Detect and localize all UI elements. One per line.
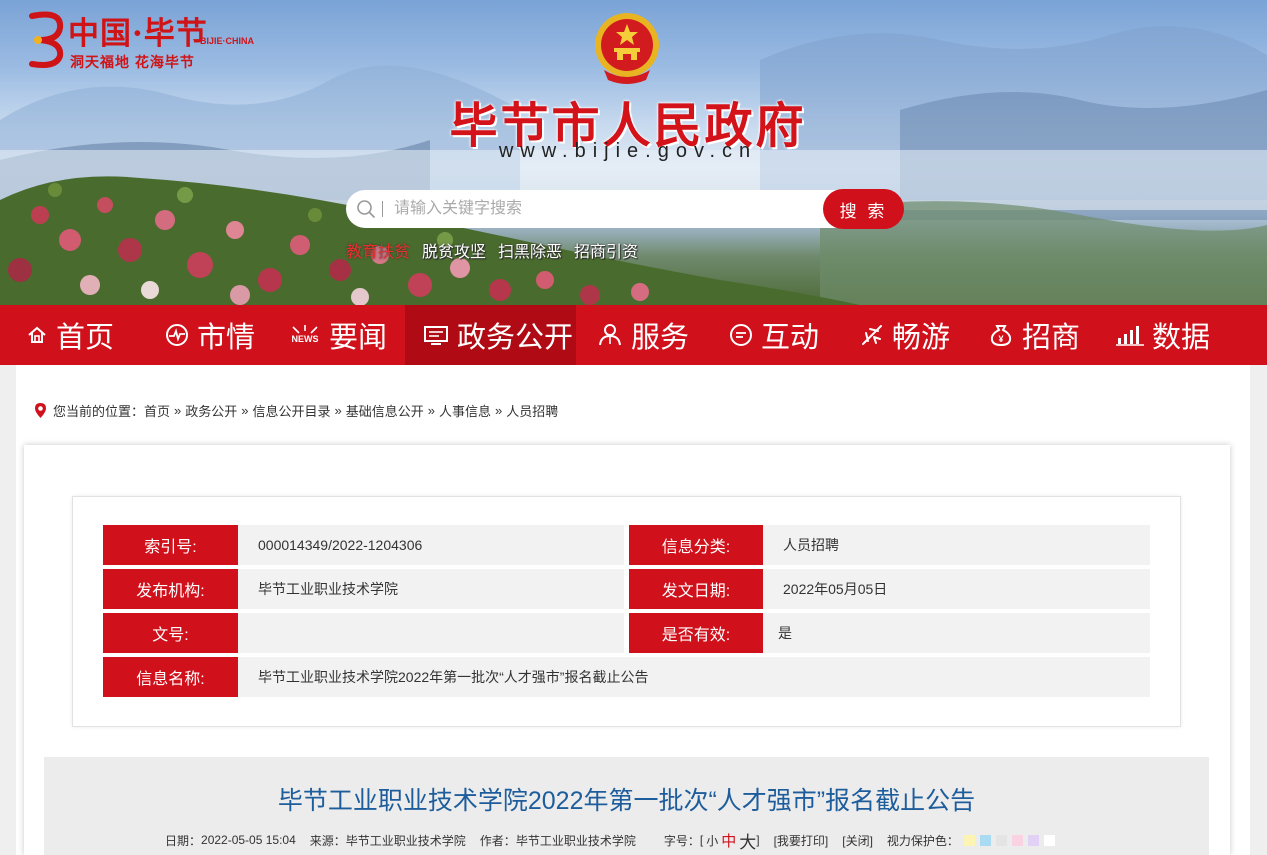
- hot-link-crime[interactable]: 扫黑除恶: [498, 238, 562, 262]
- hot-link-investment[interactable]: 招商引资: [574, 238, 638, 262]
- docno-value: [238, 613, 624, 653]
- eye-protect-label: 视力保护色：: [886, 833, 959, 848]
- close-button[interactable]: [关闭]: [842, 832, 873, 849]
- meta-author-label: 作者：: [479, 833, 516, 848]
- nav-item-news[interactable]: NEWS 要闻: [289, 305, 388, 365]
- main-nav: 首页 市情 NEWS 要闻 政务公开 服务 互动 畅游 ¥ 招商 数据: [0, 305, 1267, 365]
- date-value: 2022年05月05日: [763, 569, 1150, 609]
- publisher-label: 发布机构:: [103, 569, 238, 609]
- name-value: 毕节工业职业技术学院2022年第一批次“人才强市”报名截止公告: [238, 657, 1150, 697]
- nav-label-service: 服务: [631, 322, 690, 354]
- logo-slogan: 洞天福地 花海毕节: [70, 54, 195, 70]
- date-label: 发文日期:: [629, 569, 763, 609]
- breadcrumb-personnel[interactable]: 人事信息: [439, 401, 491, 420]
- hot-link-poverty[interactable]: 脱贫攻坚: [422, 238, 486, 262]
- font-bracket-open: [: [699, 833, 704, 847]
- meta-font-label: 字号：: [663, 833, 700, 848]
- nav-label-gov-affairs: 政务公开: [457, 322, 574, 354]
- hot-link-education[interactable]: 教育扶贫: [346, 238, 410, 262]
- eye-color-swatch-white[interactable]: [1043, 834, 1055, 846]
- nav-label-home: 首页: [56, 322, 115, 354]
- logo-english: BIJIE·CHINA: [200, 36, 255, 46]
- eye-color-swatch-yellow[interactable]: [963, 834, 975, 846]
- nav-label-data: 数据: [1152, 322, 1211, 354]
- nav-item-home[interactable]: 首页: [26, 305, 114, 365]
- font-size-large-button[interactable]: 大: [739, 828, 756, 853]
- plane-icon: [862, 325, 882, 345]
- people-icon: [599, 324, 621, 346]
- name-label: 信息名称:: [103, 657, 238, 697]
- breadcrumb-basic-info[interactable]: 基础信息公开: [346, 401, 424, 420]
- nav-item-investment[interactable]: ¥ 招商: [988, 305, 1080, 365]
- location-pin-icon: [35, 402, 46, 418]
- category-label: 信息分类:: [629, 525, 763, 565]
- breadcrumb-separator: »: [334, 402, 342, 418]
- breadcrumb: 您当前的位置： 首页 » 政务公开 » 信息公开目录 » 基础信息公开 » 人事…: [34, 400, 558, 420]
- site-url[interactable]: www.bijie.gov.cn: [433, 140, 823, 163]
- bijie-china-logo[interactable]: 中国·毕节 BIJIE·CHINA 洞天福地 花海毕节: [24, 8, 264, 76]
- nav-label-investment: 招商: [1022, 322, 1081, 354]
- nav-item-data[interactable]: 数据: [1116, 305, 1210, 365]
- nav-label-city-info: 市情: [197, 322, 256, 354]
- publisher-value: 毕节工业职业技术学院: [238, 569, 624, 609]
- svg-text:¥: ¥: [998, 334, 1003, 344]
- breadcrumb-recruitment[interactable]: 人员招聘: [506, 401, 558, 420]
- home-icon: [28, 326, 46, 343]
- nav-item-service[interactable]: 服务: [597, 305, 689, 365]
- eye-color-swatch-pink[interactable]: [1011, 834, 1023, 846]
- pulse-icon: [166, 324, 188, 346]
- monitor-icon: [424, 326, 448, 345]
- meta-author-value: 毕节工业职业技术学院: [515, 833, 636, 848]
- print-button[interactable]: [我要打印]: [774, 832, 829, 849]
- money-bag-icon: ¥: [990, 325, 1012, 347]
- breadcrumb-catalog[interactable]: 信息公开目录: [253, 401, 331, 420]
- font-bracket-close: ]: [756, 833, 760, 847]
- nav-label-news: 要闻: [329, 322, 388, 354]
- docno-label: 文号:: [103, 613, 238, 653]
- valid-label: 是否有效:: [629, 613, 763, 653]
- breadcrumb-separator: »: [427, 402, 436, 418]
- chat-icon: [730, 324, 752, 346]
- nav-item-gov-affairs[interactable]: 政务公开: [405, 305, 576, 365]
- breadcrumb-separator: »: [241, 402, 249, 418]
- bar-chart-icon: [1116, 326, 1144, 346]
- category-value: 人员招聘: [763, 525, 1150, 565]
- breadcrumb-prefix: 您当前的位置：: [53, 403, 145, 419]
- article-title: 毕节工业职业技术学院2022年第一批次“人才强市”报名截止公告: [277, 787, 976, 815]
- nav-item-travel[interactable]: 畅游: [860, 305, 950, 365]
- search-button[interactable]: 搜 索: [823, 189, 904, 229]
- nav-item-interaction[interactable]: 互动: [729, 305, 819, 365]
- breadcrumb-separator: »: [174, 402, 182, 418]
- nav-item-city-info[interactable]: 市情: [165, 305, 255, 365]
- search-icon: [357, 200, 375, 218]
- search-divider: [382, 201, 383, 217]
- svg-text:NEWS: NEWS: [292, 334, 319, 344]
- eye-color-swatch-purple[interactable]: [1027, 834, 1039, 846]
- search-input[interactable]: [394, 194, 814, 224]
- breadcrumb-gov-affairs[interactable]: 政务公开: [185, 401, 237, 420]
- logo-swirl-icon: [29, 11, 64, 68]
- nav-label-interaction: 互动: [761, 322, 820, 354]
- hot-links: 教育扶贫 脱贫攻坚 扫黑除恶 招商引资: [346, 238, 638, 262]
- header-banner: 中国·毕节 BIJIE·CHINA 洞天福地 花海毕节 毕节市人民政府 www.…: [0, 0, 1267, 305]
- valid-value: 是: [763, 613, 1150, 653]
- index-label: 索引号:: [103, 525, 238, 565]
- meta-date-value: 2022-05-05 15:04: [201, 833, 296, 847]
- index-value: 000014349/2022-1204306: [238, 525, 624, 565]
- article-meta: 日期： 2022-05-05 15:04 来源： 毕节工业职业技术学院 作者： …: [165, 830, 1055, 852]
- logo-title: 中国·毕节: [68, 16, 208, 52]
- breadcrumb-separator: »: [495, 402, 503, 418]
- meta-source-label: 来源：: [309, 833, 346, 848]
- font-size-small-button[interactable]: 小: [706, 832, 718, 849]
- meta-date-label: 日期：: [165, 833, 202, 848]
- meta-source-value: 毕节工业职业技术学院: [345, 833, 466, 848]
- nav-label-travel: 畅游: [892, 322, 951, 354]
- news-icon: NEWS: [292, 325, 319, 344]
- national-emblem-icon: [595, 13, 659, 84]
- breadcrumb-home[interactable]: 首页: [144, 401, 170, 420]
- eye-color-swatch-blue[interactable]: [979, 834, 991, 846]
- eye-color-swatch-gray[interactable]: [995, 834, 1007, 846]
- font-size-medium-button[interactable]: 中: [721, 830, 736, 851]
